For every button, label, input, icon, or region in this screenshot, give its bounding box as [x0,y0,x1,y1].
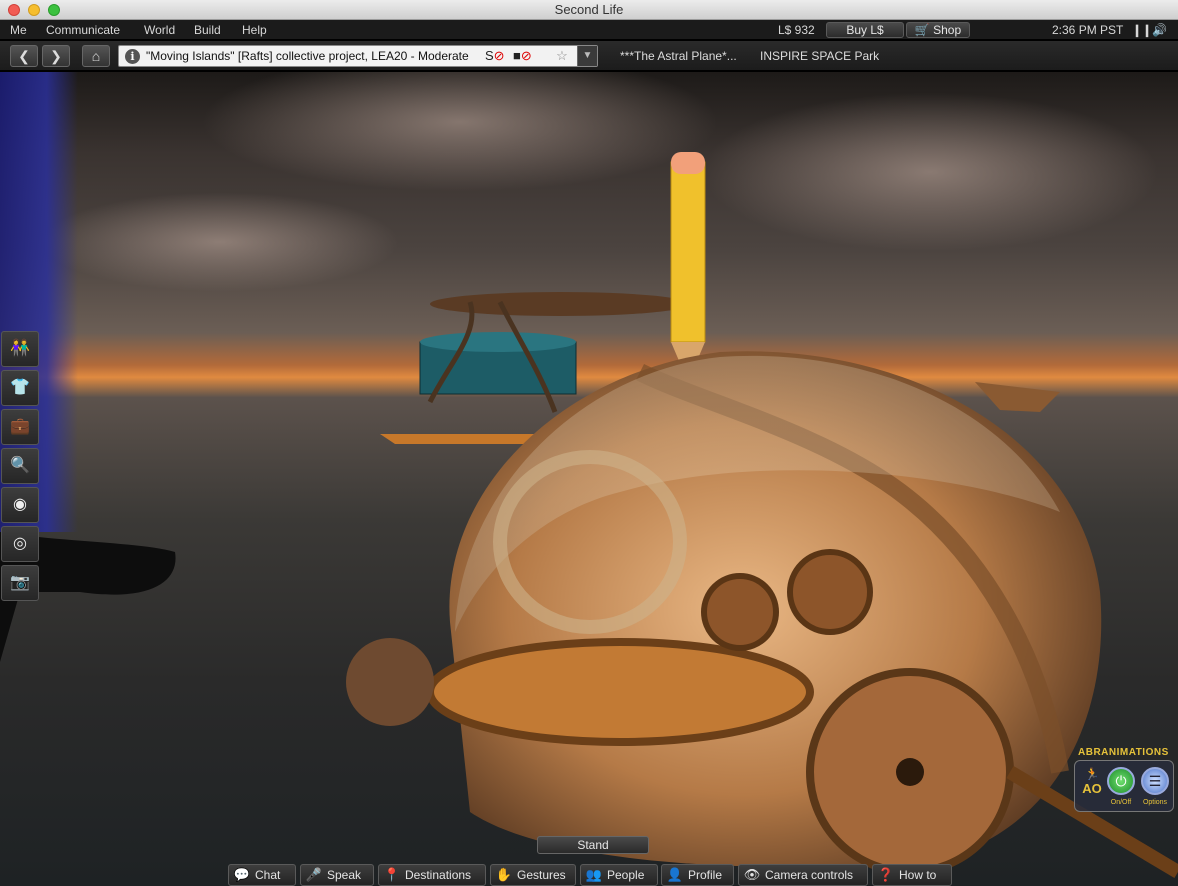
forward-button[interactable]: ❯ [42,45,70,67]
favorite-astral-plane[interactable]: ***The Astral Plane*... [620,41,737,71]
teal-cylinder-top [420,332,576,352]
chevron-right-icon: ❯ [50,48,62,64]
hud-title: ABRANIMATIONS [1078,747,1169,758]
menu-communicate[interactable]: Communicate [46,20,120,40]
places-icon: ◎ [13,535,27,552]
profile-button[interactable]: 👤 Profile [661,864,734,886]
microphone-icon: 🎤 [305,867,323,882]
location-text[interactable]: "Moving Islands" [Rafts] collective proj… [146,46,469,66]
ao-label: 🏃 AO [1081,767,1103,796]
profile-label: Profile [688,868,723,882]
people-toolbar-button[interactable]: 👥 People [580,864,658,886]
profile-card-icon: 👤 [666,867,684,882]
horn-claw [346,638,434,726]
onoff-label: On/Off [1110,799,1132,806]
bottom-toolbar: 💬 Chat 🎤 Speak 📍 Destinations ✋ Gestures 👥 Pe… [0,862,1178,886]
ao-onoff-button[interactable]: ⏻ [1107,767,1135,795]
power-icon: ⏻ [1115,773,1127,789]
ao-hud: 🏃 AO ⏻ ☰ On/Off Options [1074,760,1174,812]
eye-icon: 👁 [743,867,761,882]
search-button[interactable]: 🔍 [1,448,39,484]
map-pin-icon: 📍 [383,867,401,882]
menu-help[interactable]: Help [242,20,267,40]
clock: 2:36 PM PST [1052,23,1124,37]
window-title: Second Life [554,2,624,17]
inventory-button[interactable]: 💼 [1,409,39,445]
back-button[interactable]: ❮ [10,45,38,67]
distant-ship [975,382,1060,412]
camera-controls-label: Camera controls [765,868,854,882]
gear [787,549,873,635]
left-toolbar: 👫 👕 💼 🔍 ◉ ◎ 📷 [1,331,39,604]
snapshot-button[interactable]: 📷 [1,565,39,601]
window-titlebar: Second Life [0,0,1178,20]
stand-button[interactable]: Stand [537,836,649,854]
search-icon: 🔍 [10,457,30,474]
voice-icon: ◉ [13,496,27,513]
zoom-window-button[interactable] [48,4,60,16]
appearance-icon: 👕 [10,379,30,396]
speak-button[interactable]: 🎤 Speak [300,864,374,886]
people-icon: 👥 [585,867,603,882]
scene-illustration [0,152,1178,879]
voice-button[interactable]: ◉ [1,487,39,523]
wheel-hub [896,758,924,786]
gesture-hand-icon: ✋ [495,867,513,882]
minimize-window-button[interactable] [28,4,40,16]
info-icon[interactable]: i [125,49,140,64]
menu-world[interactable]: World [144,20,175,40]
ao-options-button[interactable]: ☰ [1141,767,1169,795]
snapshot-icon: 📷 [10,574,30,591]
gestures-button[interactable]: ✋ Gestures [490,864,576,886]
linden-balance[interactable]: L$ 932 [778,20,815,40]
menu-bar: Me Communicate World Build Help L$ 932 B… [0,20,1178,40]
no-build-icon: ■⊘ [513,48,532,63]
destinations-label: Destinations [405,868,472,882]
shop-button[interactable]: 🛒 Shop [906,22,970,38]
people-label: People [607,868,645,882]
appearance-button[interactable]: 👕 [1,370,39,406]
favorite-inspire-space-park[interactable]: INSPIRE SPACE Park [760,41,879,71]
navigation-bar: ❮ ❯ ⌂ i "Moving Islands" [Rafts] collect… [0,41,1178,71]
world-viewport[interactable]: 👫 👕 💼 🔍 ◉ ◎ 📷 ABRANIMATIONS 🏃 AO ⏻ ☰ On/… [0,72,1178,886]
wicker-rim [426,638,814,746]
pencil-eraser [671,152,705,174]
volume-icon[interactable]: 🔊 [1152,20,1167,40]
cart-icon: 🛒 [914,23,930,37]
chat-bubble-icon: 💬 [233,867,251,882]
people-button[interactable]: 👫 [1,331,39,367]
dancer-icon: 🏃 [1084,767,1100,781]
menu-build[interactable]: Build [194,20,221,40]
buy-linden-button[interactable]: Buy L$ [826,22,904,38]
help-question-icon: ❓ [877,867,895,882]
speak-label: Speak [327,868,362,882]
home-button[interactable]: ⌂ [82,45,110,67]
list-icon: ☰ [1148,773,1162,789]
camera-controls-button[interactable]: 👁 Camera controls [738,864,868,886]
menu-me[interactable]: Me [10,20,27,40]
chat-label: Chat [255,868,281,882]
close-window-button[interactable] [8,4,20,16]
gestures-label: Gestures [517,868,566,882]
favorite-star-icon[interactable]: ☆ [553,48,571,64]
how-to-label: How to [899,868,937,882]
home-icon: ⌂ [91,48,101,64]
gear [701,573,779,651]
location-bar[interactable]: i "Moving Islands" [Rafts] collective pr… [118,45,598,67]
inventory-icon: 💼 [10,418,30,435]
options-label: Options [1142,799,1168,806]
how-to-button[interactable]: ❓ How to [872,864,952,886]
ao-text: AO [1082,781,1102,796]
destinations-button[interactable]: 📍 Destinations [378,864,486,886]
chevron-down-icon[interactable]: ▼ [577,46,597,66]
people-icon: 👫 [10,340,30,357]
shop-label: Shop [933,23,962,37]
no-scripts-icon: S⊘ [485,48,505,63]
chat-button[interactable]: 💬 Chat [228,864,296,886]
chevron-left-icon: ❮ [18,48,30,64]
places-button[interactable]: ◎ [1,526,39,562]
pencil-body [670,161,706,343]
pause-media-icon[interactable]: ❙❙ [1132,20,1152,40]
